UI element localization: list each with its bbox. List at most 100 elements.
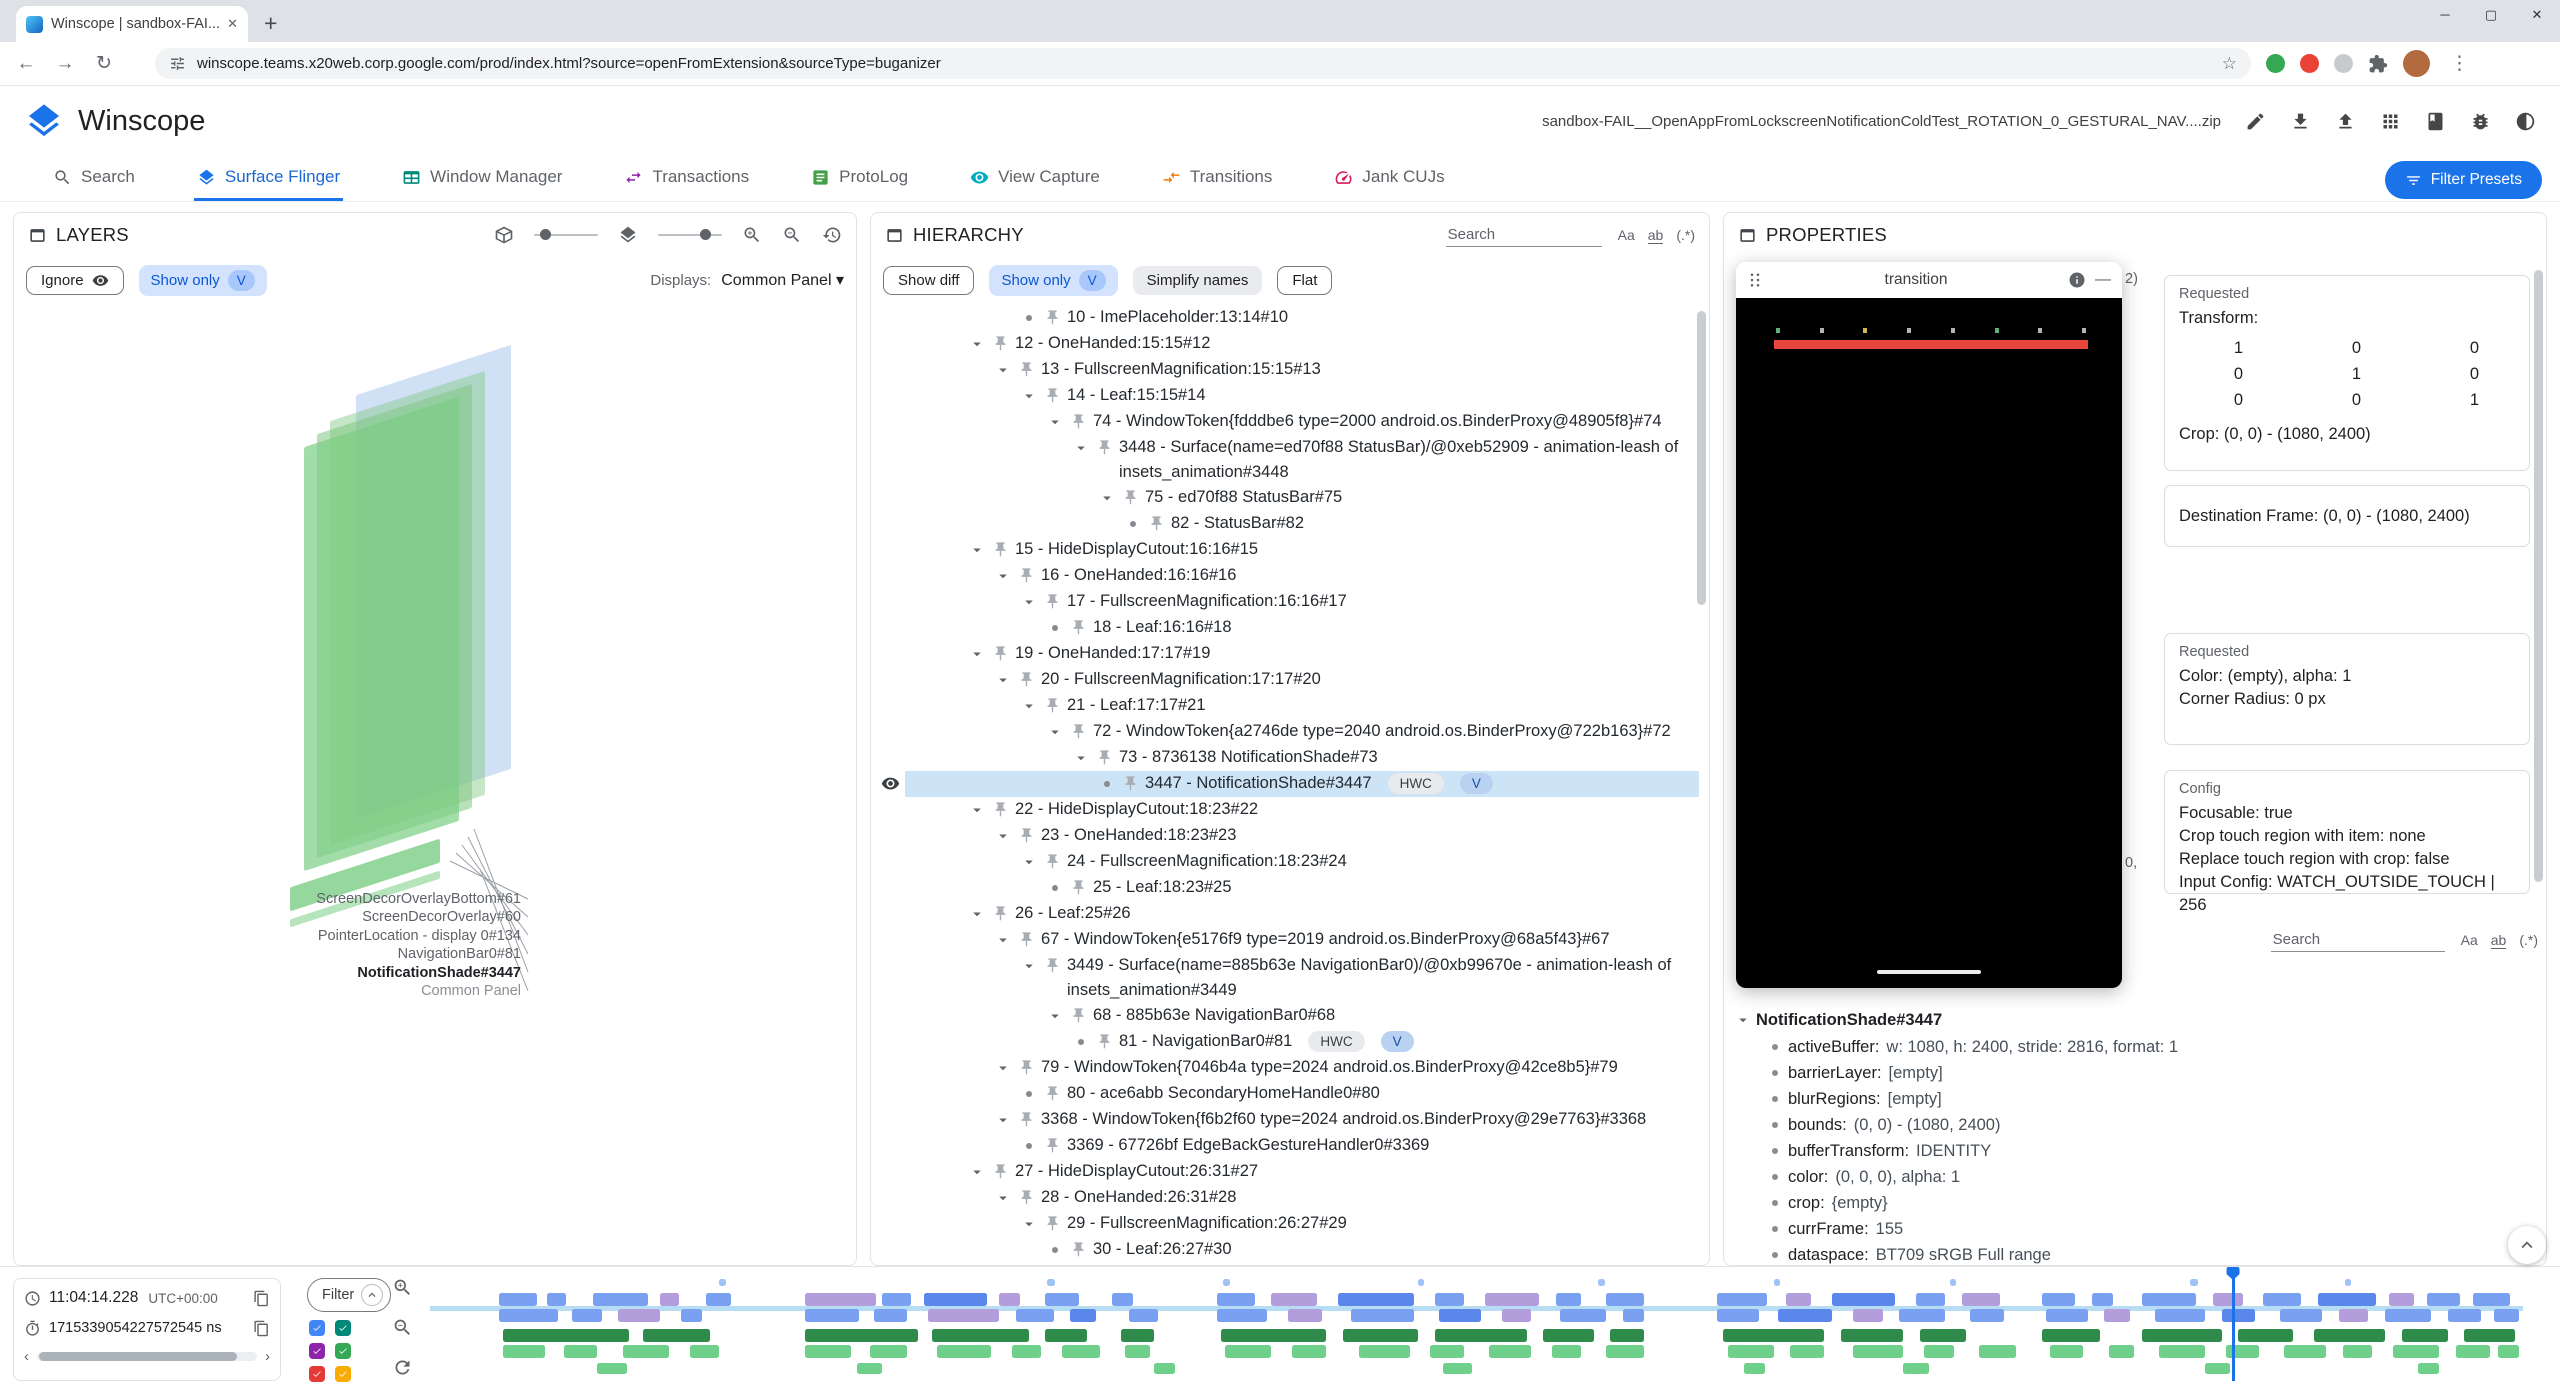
timeline-segment[interactable] (1728, 1345, 1774, 1358)
timeline-segment[interactable] (1899, 1309, 1945, 1322)
property-item[interactable]: bufferTransform:IDENTITY (1724, 1138, 2536, 1164)
timeline-segment[interactable] (1623, 1309, 1644, 1322)
scrollbar-thumb[interactable] (39, 1352, 237, 1361)
tree-node[interactable]: 81 - NavigationBar0#81HWCV (871, 1029, 1699, 1055)
timeline-segment[interactable] (1343, 1329, 1418, 1342)
tree-node[interactable]: 24 - FullscreenMagnification:18:23#24 (871, 849, 1699, 875)
tree-node[interactable]: 23 - OneHanded:18:23#23 (871, 823, 1699, 849)
timeline-segment[interactable] (1418, 1279, 1424, 1286)
property-item[interactable]: currFrame:155 (1724, 1216, 2536, 1242)
timeline-segment[interactable] (2284, 1345, 2326, 1358)
timeline-segment[interactable] (857, 1363, 882, 1374)
tab-protolog[interactable]: ProtoLog (808, 156, 911, 201)
timeline-canvas[interactable] (430, 1275, 2523, 1383)
trace-toggle-icon[interactable] (335, 1343, 351, 1359)
tree-node[interactable]: 25 - Leaf:18:23#25 (871, 875, 1699, 901)
timeline-segment[interactable] (1016, 1309, 1054, 1322)
panel-icon[interactable] (1738, 226, 1757, 245)
tree-node[interactable]: 10 - ImePlaceholder:13:14#10 (871, 305, 1699, 331)
bookmark-star-icon[interactable]: ☆ (2222, 54, 2237, 74)
layer-label[interactable]: ScreenDecorOverlay#60 (362, 908, 521, 926)
filter-presets-button[interactable]: Filter Presets (2385, 161, 2542, 199)
timeline-segment[interactable] (1154, 1363, 1175, 1374)
expand-chevron-icon[interactable] (1020, 383, 1038, 408)
pin-icon[interactable] (1070, 1241, 1087, 1258)
show-only-v-toggle[interactable]: Show only V (989, 265, 1117, 296)
timeline-segment[interactable] (2427, 1293, 2460, 1306)
timeline-segment[interactable] (660, 1293, 679, 1306)
pin-icon[interactable] (992, 335, 1009, 352)
timeline-segment[interactable] (2092, 1293, 2113, 1306)
timeline-segment[interactable] (2109, 1345, 2134, 1358)
timeline-segment[interactable] (1916, 1293, 1945, 1306)
panel-icon[interactable] (28, 226, 47, 245)
pin-icon[interactable] (1122, 489, 1139, 506)
tree-node[interactable]: 72 - WindowToken{a2746de type=2040 andro… (871, 719, 1699, 745)
timeline-segment[interactable] (572, 1309, 601, 1322)
timeline-segment[interactable] (681, 1309, 702, 1322)
pin-icon[interactable] (1096, 439, 1113, 456)
layer-rect[interactable] (304, 397, 459, 871)
reload-button[interactable]: ↻ (92, 52, 116, 75)
tree-node[interactable]: 27 - HideDisplayCutout:26:31#27 (871, 1159, 1699, 1185)
dark-mode-button[interactable] (2515, 111, 2536, 132)
pin-icon[interactable] (1070, 879, 1087, 896)
expand-timeline-button[interactable] (2508, 1226, 2546, 1264)
pin-icon[interactable] (1018, 567, 1035, 584)
timeline-segment[interactable] (2314, 1329, 2385, 1342)
tree-node[interactable]: 79 - WindowToken{7046b4a type=2024 andro… (871, 1055, 1699, 1081)
pin-icon[interactable] (992, 1163, 1009, 1180)
property-item[interactable]: activeBuffer:w: 1080, h: 2400, stride: 2… (1724, 1034, 2536, 1060)
pin-icon[interactable] (1044, 387, 1061, 404)
timeline-segment[interactable] (1351, 1309, 1414, 1322)
browser-tab[interactable]: Winscope | sandbox-FAI... ✕ (16, 6, 248, 42)
timeline-segment[interactable] (1832, 1293, 1895, 1306)
timeline-segment[interactable] (1430, 1345, 1463, 1358)
tab-close-icon[interactable]: ✕ (227, 16, 238, 32)
pin-icon[interactable] (992, 541, 1009, 558)
timeline-segment[interactable] (937, 1345, 991, 1358)
timeline-segment[interactable] (2345, 1279, 2351, 1286)
timeline-segment[interactable] (1435, 1329, 1527, 1342)
pin-icon[interactable] (1122, 775, 1139, 792)
eye-icon[interactable] (881, 774, 900, 793)
download-button[interactable] (2290, 111, 2311, 132)
timeline-segment[interactable] (2213, 1293, 2242, 1306)
timeline-segment[interactable] (2456, 1345, 2489, 1358)
timeline-segment[interactable] (1560, 1309, 1606, 1322)
expand-chevron-icon[interactable] (994, 667, 1012, 692)
report-bug-button[interactable] (2470, 111, 2491, 132)
timeline-segment[interactable] (503, 1345, 545, 1358)
properties-tree-root[interactable]: NotificationShade#3447 (1724, 1006, 2536, 1034)
timeline-segment[interactable] (1717, 1309, 1759, 1322)
expand-chevron-icon[interactable] (1020, 693, 1038, 718)
scroll-left-button[interactable]: ‹ (24, 1348, 29, 1365)
expand-chevron-icon[interactable] (968, 641, 986, 666)
timeline-segment[interactable] (499, 1309, 558, 1322)
layer-label[interactable]: NotificationShade#3447 (357, 964, 521, 982)
timeline-segment[interactable] (805, 1345, 851, 1358)
tree-node[interactable]: 18 - Leaf:16:16#18 (871, 615, 1699, 641)
rotation-slider[interactable] (534, 234, 598, 236)
pin-icon[interactable] (1018, 931, 1035, 948)
reset-view-icon[interactable] (822, 225, 842, 245)
copy-icon[interactable] (253, 1320, 270, 1337)
panel-icon[interactable] (885, 226, 904, 245)
timeline-segment[interactable] (643, 1329, 710, 1342)
tree-node[interactable]: 67 - WindowToken{e5176f9 type=2019 andro… (871, 927, 1699, 953)
timeline-segment[interactable] (1121, 1329, 1154, 1342)
expand-chevron-icon[interactable] (994, 823, 1012, 848)
timeline-segment[interactable] (2418, 1363, 2439, 1374)
tree-node[interactable]: 19 - OneHanded:17:17#19 (871, 641, 1699, 667)
flat-toggle[interactable]: Flat (1277, 266, 1332, 295)
documentation-button[interactable] (2425, 111, 2446, 132)
overlay-title-bar[interactable]: transition — (1736, 262, 2122, 298)
timeline-segment[interactable] (623, 1345, 669, 1358)
ignore-toggle[interactable]: Ignore (26, 266, 124, 295)
timeline-segment[interactable] (547, 1293, 566, 1306)
timeline-segment[interactable] (2473, 1293, 2511, 1306)
zoom-in-icon[interactable] (742, 225, 762, 245)
timeline-segment[interactable] (2339, 1309, 2368, 1322)
timeline-segment[interactable] (932, 1329, 1028, 1342)
properties-scrollbar[interactable] (2534, 270, 2543, 882)
